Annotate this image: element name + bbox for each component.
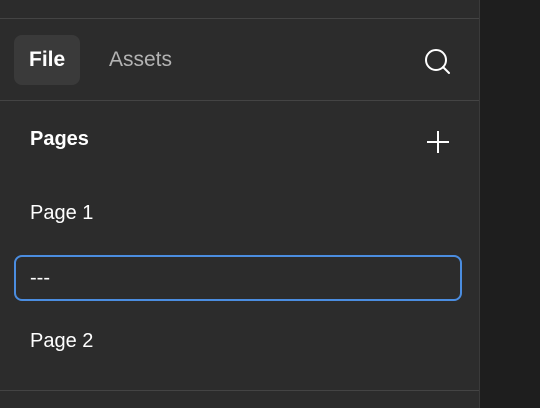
divider-tabs xyxy=(0,100,479,101)
page-rename-input[interactable] xyxy=(14,255,462,301)
search-icon xyxy=(425,49,450,74)
divider-bottom xyxy=(0,390,479,391)
divider-top xyxy=(0,18,479,19)
add-page-button[interactable] xyxy=(424,128,452,156)
tab-assets[interactable]: Assets xyxy=(94,35,187,85)
tab-file[interactable]: File xyxy=(14,35,81,85)
pages-panel: File Assets Pages Page 1 Page 2 xyxy=(0,0,479,408)
pages-heading: Pages xyxy=(30,128,89,150)
page-item[interactable]: Page 1 xyxy=(30,202,93,225)
page-item[interactable]: Page 2 xyxy=(30,330,93,353)
plus-icon xyxy=(427,131,449,153)
search-button[interactable] xyxy=(418,44,456,78)
canvas-area[interactable] xyxy=(479,0,540,408)
panel-tabs: File Assets xyxy=(0,20,479,100)
